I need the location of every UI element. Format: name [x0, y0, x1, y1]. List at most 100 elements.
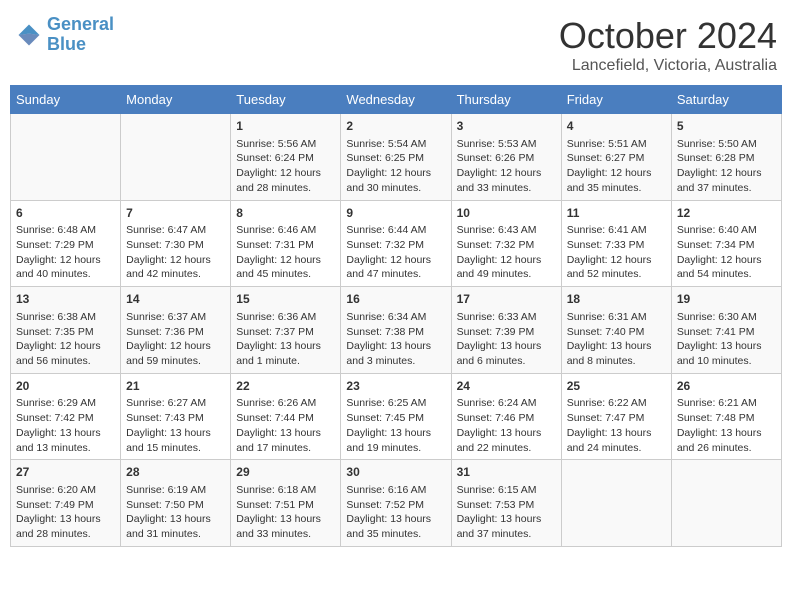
calendar-cell: 23Sunrise: 6:25 AM Sunset: 7:45 PM Dayli…	[341, 373, 451, 460]
calendar-cell: 26Sunrise: 6:21 AM Sunset: 7:48 PM Dayli…	[671, 373, 781, 460]
day-info: Sunrise: 6:33 AM Sunset: 7:39 PM Dayligh…	[457, 310, 556, 369]
day-number: 18	[567, 291, 666, 308]
day-number: 5	[677, 118, 776, 135]
day-number: 6	[16, 205, 115, 222]
day-info: Sunrise: 6:47 AM Sunset: 7:30 PM Dayligh…	[126, 223, 225, 282]
calendar-cell: 3 Sunrise: 5:53 AM Sunset: 6:26 PM Daylig…	[451, 114, 561, 201]
day-info: Sunrise: 6:19 AM Sunset: 7:50 PM Dayligh…	[126, 483, 225, 542]
month-title: October 2024	[559, 15, 777, 57]
day-info: Sunrise: 6:48 AM Sunset: 7:29 PM Dayligh…	[16, 223, 115, 282]
calendar-cell: 12Sunrise: 6:40 AM Sunset: 7:34 PM Dayli…	[671, 200, 781, 287]
day-info: Sunrise: 6:40 AM Sunset: 7:34 PM Dayligh…	[677, 223, 776, 282]
day-info: Sunrise: 6:31 AM Sunset: 7:40 PM Dayligh…	[567, 310, 666, 369]
day-number: 29	[236, 464, 335, 481]
calendar-cell: 31Sunrise: 6:15 AM Sunset: 7:53 PM Dayli…	[451, 460, 561, 547]
logo: General Blue	[15, 15, 114, 55]
calendar-cell: 15 Sunrise: 6:36 AM Sunset: 7:37 PM Dayli…	[231, 287, 341, 374]
day-number: 14	[126, 291, 225, 308]
day-number: 13	[16, 291, 115, 308]
page-header: General Blue October 2024 Lancefield, Vi…	[10, 10, 782, 75]
day-number: 28	[126, 464, 225, 481]
day-number: 16	[346, 291, 445, 308]
day-number: 25	[567, 378, 666, 395]
weekday-header-monday: Monday	[121, 86, 231, 114]
calendar-cell: 22Sunrise: 6:26 AM Sunset: 7:44 PM Dayli…	[231, 373, 341, 460]
calendar-cell: 24Sunrise: 6:24 AM Sunset: 7:46 PM Dayli…	[451, 373, 561, 460]
calendar-cell: 28 Sunrise: 6:19 AM Sunset: 7:50 PM Dayli…	[121, 460, 231, 547]
day-info: Sunrise: 6:20 AM Sunset: 7:49 PM Dayligh…	[16, 483, 115, 542]
calendar-cell: 18 Sunrise: 6:31 AM Sunset: 7:40 PM Dayli…	[561, 287, 671, 374]
calendar-cell: 14 Sunrise: 6:37 AM Sunset: 7:36 PM Dayli…	[121, 287, 231, 374]
day-number: 30	[346, 464, 445, 481]
weekday-header-sunday: Sunday	[11, 86, 121, 114]
calendar-cell	[671, 460, 781, 547]
logo-icon	[15, 21, 43, 49]
day-number: 3	[457, 118, 556, 135]
calendar-cell: 27Sunrise: 6:20 AM Sunset: 7:49 PM Dayli…	[11, 460, 121, 547]
calendar-cell: 8Sunrise: 6:46 AM Sunset: 7:31 PM Daylig…	[231, 200, 341, 287]
calendar-table: SundayMondayTuesdayWednesdayThursdayFrid…	[10, 85, 782, 547]
calendar-cell: 29 Sunrise: 6:18 AM Sunset: 7:51 PM Dayli…	[231, 460, 341, 547]
day-info: Sunrise: 6:44 AM Sunset: 7:32 PM Dayligh…	[346, 223, 445, 282]
day-info: Sunrise: 5:51 AM Sunset: 6:27 PM Dayligh…	[567, 137, 666, 196]
weekday-header-thursday: Thursday	[451, 86, 561, 114]
day-number: 17	[457, 291, 556, 308]
day-number: 20	[16, 378, 115, 395]
day-info: Sunrise: 6:46 AM Sunset: 7:31 PM Dayligh…	[236, 223, 335, 282]
calendar-cell	[121, 114, 231, 201]
day-number: 1	[236, 118, 335, 135]
calendar-cell: 21Sunrise: 6:27 AM Sunset: 7:43 PM Dayli…	[121, 373, 231, 460]
day-info: Sunrise: 6:21 AM Sunset: 7:48 PM Dayligh…	[677, 396, 776, 455]
calendar-cell: 30 Sunrise: 6:16 AM Sunset: 7:52 PM Dayli…	[341, 460, 451, 547]
day-info: Sunrise: 6:26 AM Sunset: 7:44 PM Dayligh…	[236, 396, 335, 455]
day-number: 21	[126, 378, 225, 395]
calendar-cell: 17 Sunrise: 6:33 AM Sunset: 7:39 PM Dayli…	[451, 287, 561, 374]
title-area: October 2024 Lancefield, Victoria, Austr…	[559, 15, 777, 75]
day-info: Sunrise: 6:36 AM Sunset: 7:37 PM Dayligh…	[236, 310, 335, 369]
day-info: Sunrise: 6:38 AM Sunset: 7:35 PM Dayligh…	[16, 310, 115, 369]
calendar-cell: 25Sunrise: 6:22 AM Sunset: 7:47 PM Dayli…	[561, 373, 671, 460]
day-number: 11	[567, 205, 666, 222]
day-info: Sunrise: 6:37 AM Sunset: 7:36 PM Dayligh…	[126, 310, 225, 369]
calendar-cell: 20Sunrise: 6:29 AM Sunset: 7:42 PM Dayli…	[11, 373, 121, 460]
calendar-cell: 4 Sunrise: 5:51 AM Sunset: 6:27 PM Daylig…	[561, 114, 671, 201]
day-number: 31	[457, 464, 556, 481]
calendar-cell: 7Sunrise: 6:47 AM Sunset: 7:30 PM Daylig…	[121, 200, 231, 287]
day-number: 15	[236, 291, 335, 308]
calendar-cell: 10Sunrise: 6:43 AM Sunset: 7:32 PM Dayli…	[451, 200, 561, 287]
day-info: Sunrise: 6:30 AM Sunset: 7:41 PM Dayligh…	[677, 310, 776, 369]
day-info: Sunrise: 6:16 AM Sunset: 7:52 PM Dayligh…	[346, 483, 445, 542]
weekday-header-tuesday: Tuesday	[231, 86, 341, 114]
day-info: Sunrise: 5:54 AM Sunset: 6:25 PM Dayligh…	[346, 137, 445, 196]
day-number: 10	[457, 205, 556, 222]
day-info: Sunrise: 6:29 AM Sunset: 7:42 PM Dayligh…	[16, 396, 115, 455]
weekday-header-saturday: Saturday	[671, 86, 781, 114]
day-number: 19	[677, 291, 776, 308]
calendar-cell: 1 Sunrise: 5:56 AM Sunset: 6:24 PM Daylig…	[231, 114, 341, 201]
day-info: Sunrise: 6:34 AM Sunset: 7:38 PM Dayligh…	[346, 310, 445, 369]
day-number: 12	[677, 205, 776, 222]
location-title: Lancefield, Victoria, Australia	[559, 57, 777, 75]
calendar-cell: 13 Sunrise: 6:38 AM Sunset: 7:35 PM Dayli…	[11, 287, 121, 374]
day-number: 2	[346, 118, 445, 135]
day-info: Sunrise: 6:18 AM Sunset: 7:51 PM Dayligh…	[236, 483, 335, 542]
calendar-cell: 19 Sunrise: 6:30 AM Sunset: 7:41 PM Dayli…	[671, 287, 781, 374]
calendar-cell: 16 Sunrise: 6:34 AM Sunset: 7:38 PM Dayli…	[341, 287, 451, 374]
calendar-cell: 2 Sunrise: 5:54 AM Sunset: 6:25 PM Daylig…	[341, 114, 451, 201]
day-number: 8	[236, 205, 335, 222]
day-number: 26	[677, 378, 776, 395]
calendar-cell: 9Sunrise: 6:44 AM Sunset: 7:32 PM Daylig…	[341, 200, 451, 287]
calendar-header: SundayMondayTuesdayWednesdayThursdayFrid…	[11, 86, 782, 114]
calendar-cell	[561, 460, 671, 547]
day-info: Sunrise: 6:25 AM Sunset: 7:45 PM Dayligh…	[346, 396, 445, 455]
calendar-cell: 5 Sunrise: 5:50 AM Sunset: 6:28 PM Daylig…	[671, 114, 781, 201]
day-number: 4	[567, 118, 666, 135]
day-info: Sunrise: 6:41 AM Sunset: 7:33 PM Dayligh…	[567, 223, 666, 282]
day-info: Sunrise: 5:50 AM Sunset: 6:28 PM Dayligh…	[677, 137, 776, 196]
weekday-header-wednesday: Wednesday	[341, 86, 451, 114]
day-info: Sunrise: 6:27 AM Sunset: 7:43 PM Dayligh…	[126, 396, 225, 455]
logo-text: General Blue	[47, 15, 114, 55]
day-number: 22	[236, 378, 335, 395]
day-info: Sunrise: 5:56 AM Sunset: 6:24 PM Dayligh…	[236, 137, 335, 196]
day-info: Sunrise: 5:53 AM Sunset: 6:26 PM Dayligh…	[457, 137, 556, 196]
